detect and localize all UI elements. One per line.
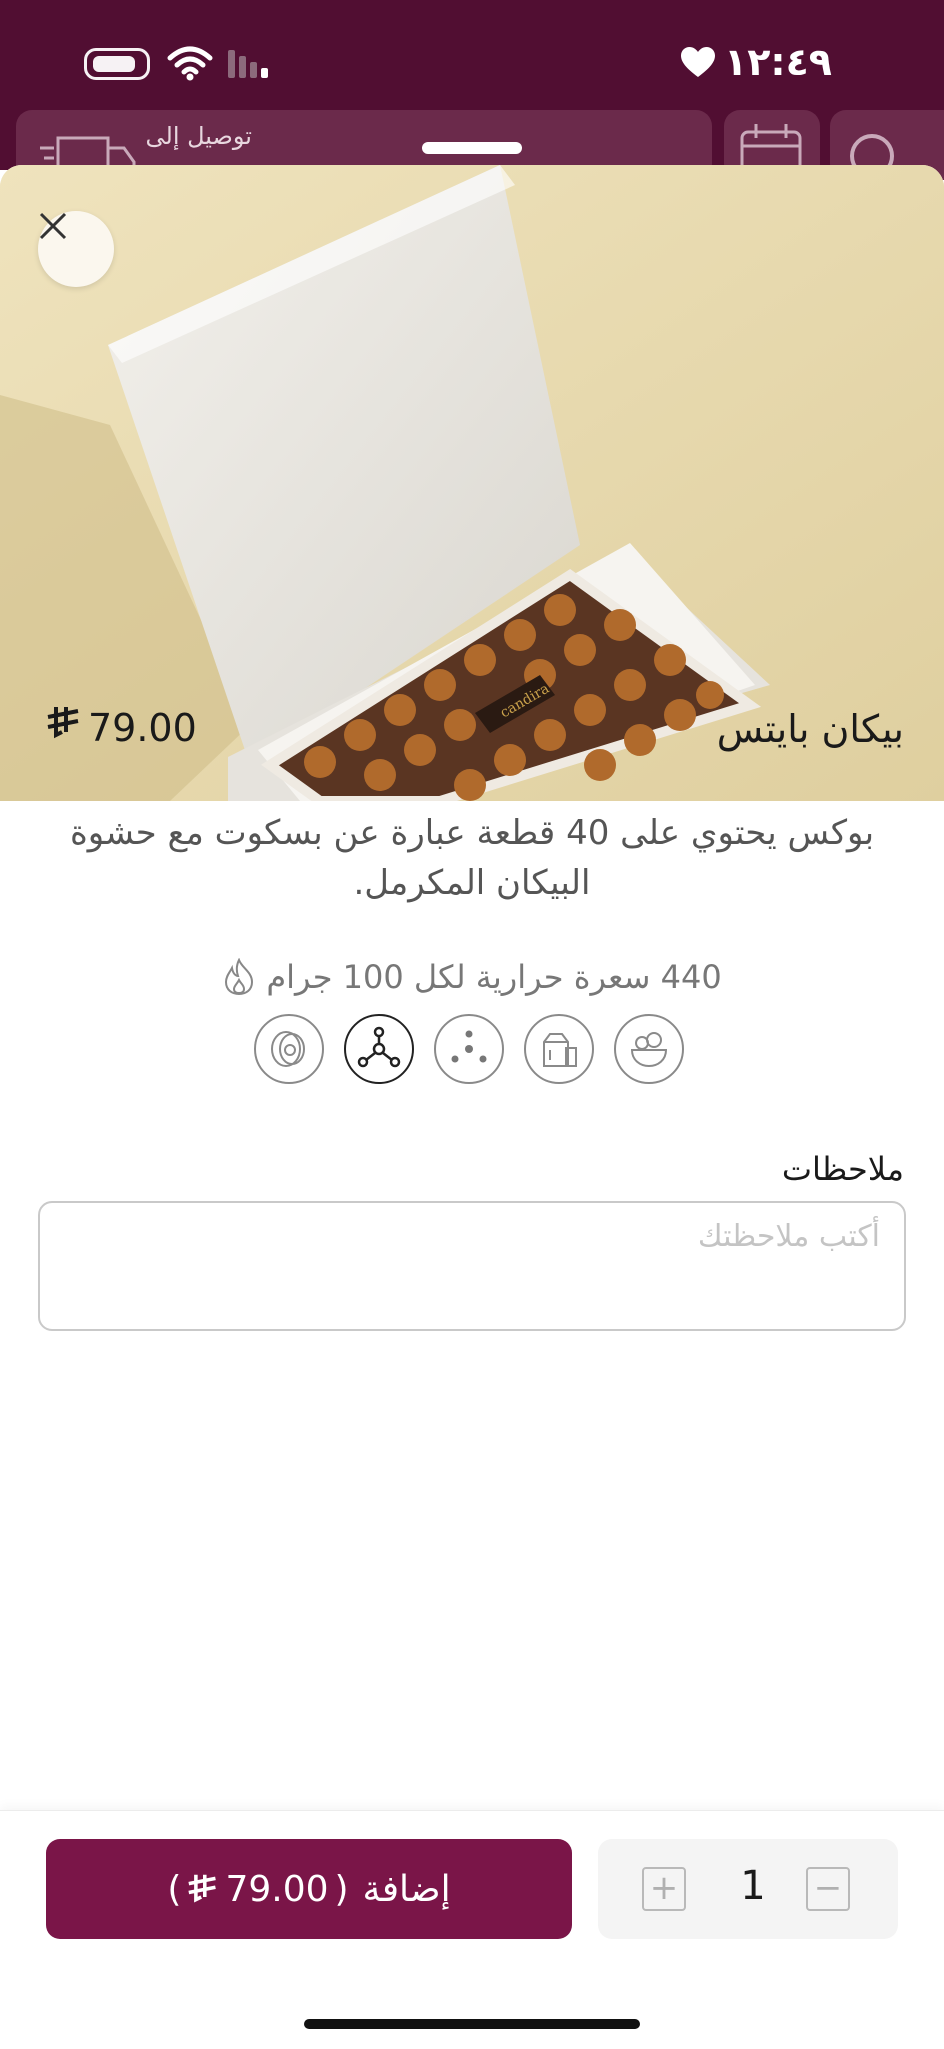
wifi-icon bbox=[167, 46, 213, 81]
egg-icon bbox=[254, 1014, 324, 1084]
product-title: بيكان بايتس bbox=[716, 707, 904, 751]
add-button-price-value: 79.00 bbox=[225, 1868, 329, 1910]
quantity-decrease-button[interactable]: − bbox=[806, 1867, 850, 1911]
riyal-currency-icon bbox=[46, 705, 82, 750]
cellular-signal-icon bbox=[228, 50, 268, 78]
quantity-increase-button[interactable]: + bbox=[642, 1867, 686, 1911]
add-button-price: ( 79.00 ) bbox=[167, 1869, 348, 1910]
price-value: 79.00 bbox=[88, 705, 197, 750]
add-button-label: إضافة bbox=[362, 1868, 451, 1910]
sesame-icon bbox=[434, 1014, 504, 1084]
product-sheet: candira بيكان بايتس 79.00 بوكس يحتوي على… bbox=[0, 165, 944, 2048]
flame-icon bbox=[225, 958, 254, 996]
nuts-bowl-icon bbox=[614, 1014, 684, 1084]
milk-icon bbox=[524, 1014, 594, 1084]
molecule-icon bbox=[344, 1014, 414, 1084]
add-to-cart-button[interactable]: إضافة ( 79.00 ) bbox=[46, 1839, 572, 1939]
riyal-currency-icon bbox=[188, 1874, 217, 1903]
quantity-stepper: + 1 − bbox=[598, 1839, 898, 1939]
paren-open: ( bbox=[167, 1868, 182, 1910]
paren-close: ) bbox=[334, 1868, 349, 1910]
allergen-icons bbox=[254, 1014, 694, 1088]
status-time: ١٢:٤٩ bbox=[724, 40, 832, 84]
bottom-action-bar: إضافة ( 79.00 ) + 1 − bbox=[0, 1810, 944, 2049]
calories-info: 440 سعرة حرارية لكل 100 جرام bbox=[0, 958, 944, 996]
calories-text: 440 سعرة حرارية لكل 100 جرام bbox=[266, 958, 722, 996]
close-button[interactable] bbox=[38, 211, 114, 287]
heart-icon bbox=[681, 47, 715, 77]
product-price: 79.00 bbox=[46, 705, 197, 750]
home-indicator bbox=[304, 2019, 640, 2029]
battery-icon bbox=[84, 48, 150, 80]
sheet-drag-handle[interactable] bbox=[422, 142, 522, 154]
product-description: بوكس يحتوي على 40 قطعة عبارة عن بسكوت مع… bbox=[69, 813, 875, 903]
delivery-label: توصيل إلى bbox=[145, 122, 253, 150]
close-icon bbox=[39, 212, 67, 240]
quantity-value: 1 bbox=[740, 1863, 766, 1909]
notes-input[interactable] bbox=[38, 1201, 906, 1331]
notes-label: ملاحظات bbox=[781, 1150, 904, 1188]
